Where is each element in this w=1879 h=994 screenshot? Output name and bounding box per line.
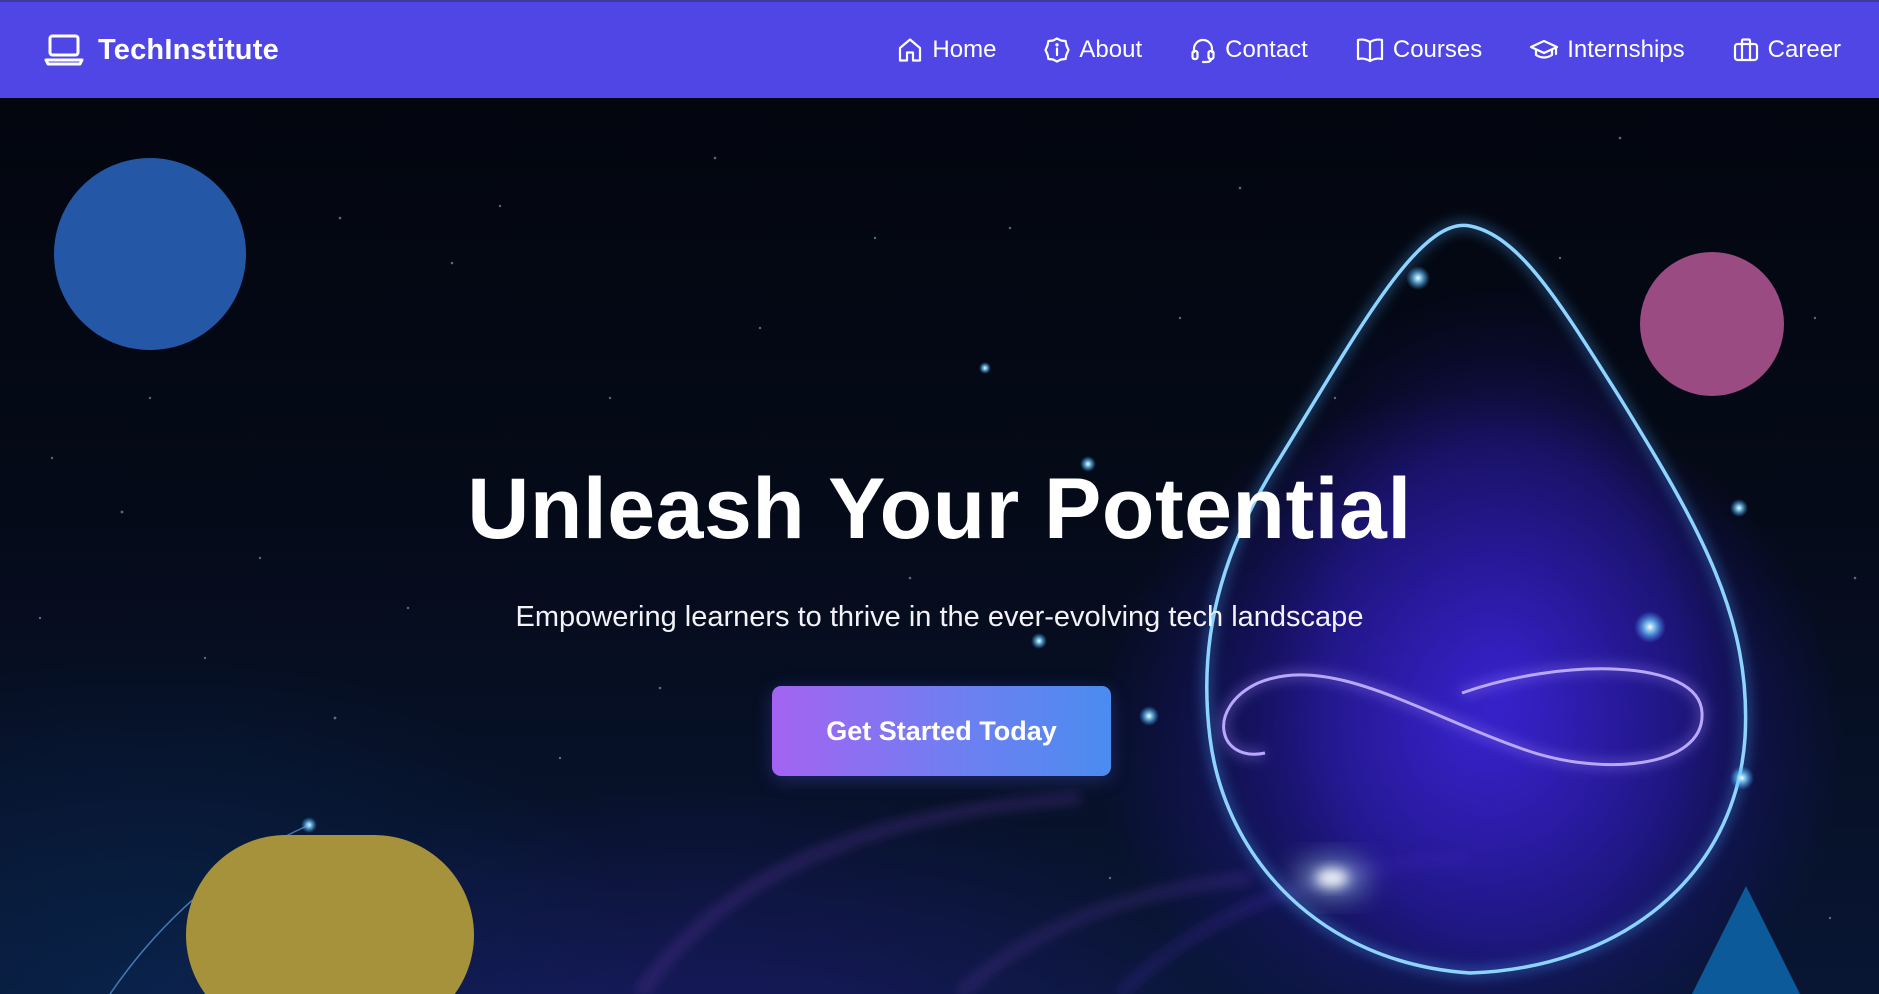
nav-item-internships[interactable]: Internships <box>1529 36 1685 64</box>
get-started-button[interactable]: Get Started Today <box>772 686 1111 776</box>
navbar: TechInstitute Home About Contact Courses… <box>0 0 1879 98</box>
page: TechInstitute Home About Contact Courses… <box>0 0 1879 994</box>
decorative-triangle-teal <box>1686 886 1806 994</box>
home-icon <box>896 36 924 64</box>
decorative-circle-pink <box>1640 252 1784 396</box>
hero-title: Unleash Your Potential <box>467 461 1412 557</box>
book-icon <box>1355 36 1385 64</box>
brand-link[interactable]: TechInstitute <box>44 33 279 67</box>
nav-label-courses: Courses <box>1392 36 1483 63</box>
decorative-circle-blue <box>54 158 246 350</box>
laptop-icon <box>44 33 84 67</box>
graduation-cap-icon <box>1529 36 1559 64</box>
hero-section: Unleash Your Potential Empowering learne… <box>0 98 1879 994</box>
info-icon <box>1043 36 1071 64</box>
nav-label-contact: Contact <box>1225 36 1308 63</box>
nav-item-home[interactable]: Home <box>896 36 996 64</box>
hero-subtitle: Empowering learners to thrive in the eve… <box>515 601 1364 633</box>
brand-name: TechInstitute <box>98 33 279 66</box>
nav-item-career[interactable]: Career <box>1732 36 1841 64</box>
nav-item-courses[interactable]: Courses <box>1355 36 1482 64</box>
decorative-pill-yellow <box>186 835 474 994</box>
nav-item-about[interactable]: About <box>1043 36 1142 64</box>
main-nav: Home About Contact Courses Internships C… <box>896 36 1841 64</box>
headset-icon <box>1189 36 1217 64</box>
nav-label-about: About <box>1079 36 1143 63</box>
nav-label-internships: Internships <box>1567 36 1685 63</box>
nav-label-home: Home <box>932 36 997 63</box>
nav-item-contact[interactable]: Contact <box>1189 36 1308 64</box>
nav-label-career: Career <box>1767 36 1841 63</box>
briefcase-icon <box>1732 36 1760 64</box>
